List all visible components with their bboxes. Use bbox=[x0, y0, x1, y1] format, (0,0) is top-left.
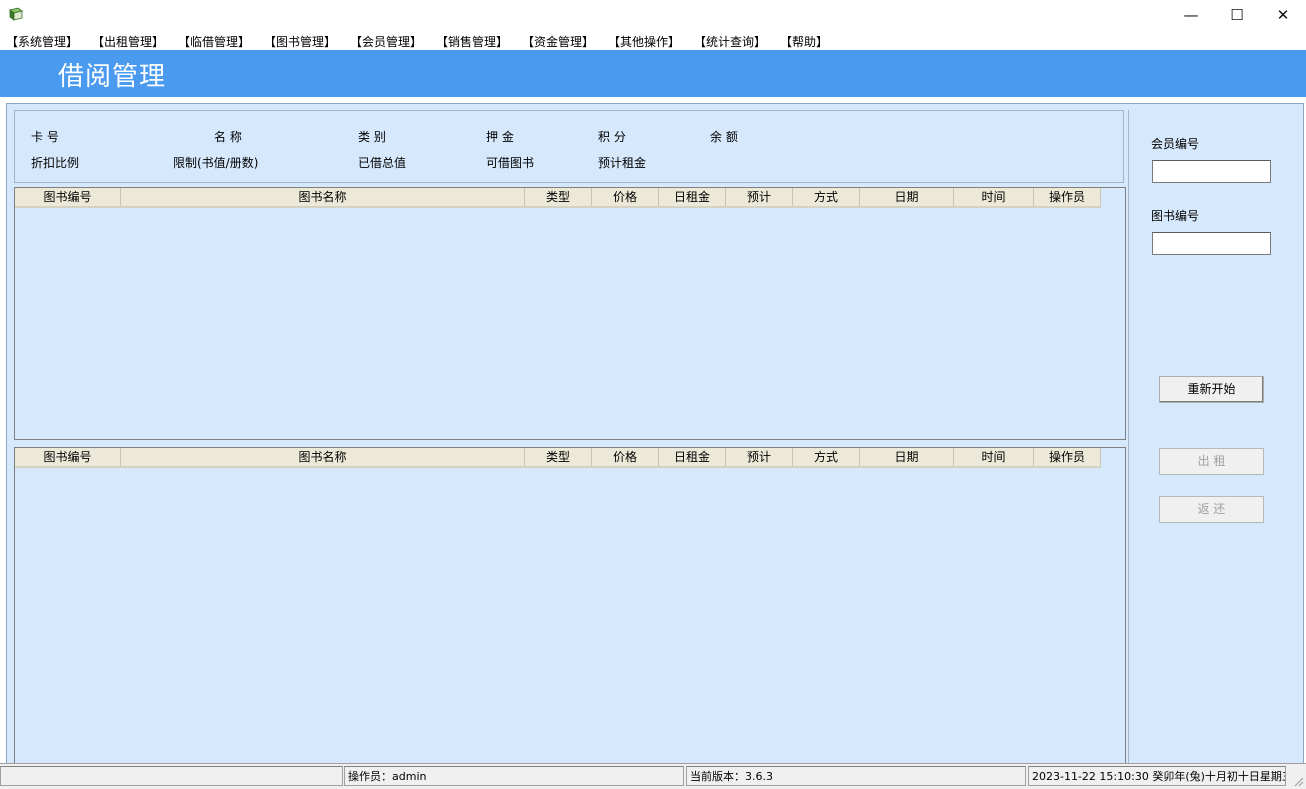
name-label: 名 称 bbox=[214, 130, 242, 144]
borrow-grid[interactable]: 图书编号 图书名称 类型 价格 日租金 预计 方式 日期 时间 操作员 bbox=[14, 187, 1126, 440]
col-book-name[interactable]: 图书名称 bbox=[121, 448, 525, 466]
discount-label: 折扣比例 bbox=[31, 156, 80, 170]
borrowable-label: 可借图书 bbox=[486, 156, 535, 170]
col-estimate[interactable]: 预计 bbox=[726, 188, 793, 206]
status-datetime: 2023-11-22 15:10:30 癸卯年(兔)十月初十日星期三 bbox=[1028, 766, 1286, 786]
maximize-button[interactable]: ☐ bbox=[1214, 0, 1260, 30]
borrowed-total-label: 已借总值 bbox=[358, 156, 407, 170]
col-method[interactable]: 方式 bbox=[793, 188, 860, 206]
header-banner: 借阅管理 bbox=[0, 50, 1306, 97]
book-icon bbox=[9, 7, 23, 21]
col-book-no[interactable]: 图书编号 bbox=[15, 188, 121, 206]
menu-sales[interactable]: 【销售管理】 bbox=[436, 33, 508, 50]
col-date[interactable]: 日期 bbox=[860, 188, 954, 206]
col-type[interactable]: 类型 bbox=[525, 448, 592, 466]
col-date[interactable]: 日期 bbox=[860, 448, 954, 466]
col-price[interactable]: 价格 bbox=[592, 448, 659, 466]
page-title: 借阅管理 bbox=[58, 62, 167, 92]
close-button[interactable]: ✕ bbox=[1260, 0, 1306, 30]
col-estimate[interactable]: 预计 bbox=[726, 448, 793, 466]
menu-bar: 【系统管理】 【出租管理】 【临借管理】 【图书管理】 【会员管理】 【销售管理… bbox=[0, 30, 1306, 50]
col-book-name[interactable]: 图书名称 bbox=[121, 188, 525, 206]
return-button[interactable]: 返 还 bbox=[1159, 496, 1264, 523]
member-info-box: 卡 号 名 称 类 别 押 金 积 分 余 额 折扣比例 限制(书值/册数) 已… bbox=[14, 110, 1124, 183]
menu-rental[interactable]: 【出租管理】 bbox=[92, 33, 164, 50]
col-time[interactable]: 时间 bbox=[954, 448, 1034, 466]
grid-header: 图书编号 图书名称 类型 价格 日租金 预计 方式 日期 时间 操作员 bbox=[15, 188, 1101, 208]
status-operator: 操作员：admin bbox=[344, 766, 684, 786]
member-no-input[interactable] bbox=[1152, 160, 1271, 183]
rental-grid[interactable]: 图书编号 图书名称 类型 价格 日租金 预计 方式 日期 时间 操作员 bbox=[14, 447, 1126, 765]
grid-header: 图书编号 图书名称 类型 价格 日租金 预计 方式 日期 时间 操作员 bbox=[15, 448, 1101, 468]
points-label: 积 分 bbox=[598, 130, 626, 144]
menu-help[interactable]: 【帮助】 bbox=[780, 33, 828, 50]
col-daily-rent[interactable]: 日租金 bbox=[659, 188, 726, 206]
status-cell-empty bbox=[0, 766, 343, 786]
deposit-label: 押 金 bbox=[486, 130, 514, 144]
menu-members[interactable]: 【会员管理】 bbox=[350, 33, 422, 50]
balance-label: 余 额 bbox=[710, 130, 738, 144]
col-book-no[interactable]: 图书编号 bbox=[15, 448, 121, 466]
member-no-label: 会员编号 bbox=[1151, 137, 1200, 151]
menu-temp-borrow[interactable]: 【临借管理】 bbox=[178, 33, 250, 50]
menu-system[interactable]: 【系统管理】 bbox=[6, 33, 78, 50]
col-time[interactable]: 时间 bbox=[954, 188, 1034, 206]
col-type[interactable]: 类型 bbox=[525, 188, 592, 206]
minimize-button[interactable]: — bbox=[1168, 0, 1214, 30]
col-operator[interactable]: 操作员 bbox=[1034, 448, 1101, 466]
card-no-label: 卡 号 bbox=[31, 130, 59, 144]
title-bar: — ☐ ✕ bbox=[0, 0, 1306, 30]
status-bar: 操作员：admin 当前版本：3.6.3 2023-11-22 15:10:30… bbox=[0, 763, 1306, 789]
status-version: 当前版本：3.6.3 bbox=[686, 766, 1026, 786]
menu-funds[interactable]: 【资金管理】 bbox=[522, 33, 594, 50]
col-price[interactable]: 价格 bbox=[592, 188, 659, 206]
menu-other[interactable]: 【其他操作】 bbox=[608, 33, 680, 50]
resize-grip-icon[interactable] bbox=[1292, 775, 1304, 787]
menu-statistics[interactable]: 【统计查询】 bbox=[694, 33, 766, 50]
col-method[interactable]: 方式 bbox=[793, 448, 860, 466]
col-daily-rent[interactable]: 日租金 bbox=[659, 448, 726, 466]
est-rent-label: 预计租金 bbox=[598, 156, 647, 170]
col-operator[interactable]: 操作员 bbox=[1034, 188, 1101, 206]
limit-label: 限制(书值/册数) bbox=[173, 156, 259, 170]
category-label: 类 别 bbox=[358, 130, 386, 144]
menu-books[interactable]: 【图书管理】 bbox=[264, 33, 336, 50]
rent-button[interactable]: 出 租 bbox=[1159, 448, 1264, 475]
book-no-input[interactable] bbox=[1152, 232, 1271, 255]
restart-button[interactable]: 重新开始 bbox=[1159, 376, 1264, 403]
book-no-label: 图书编号 bbox=[1151, 209, 1200, 223]
